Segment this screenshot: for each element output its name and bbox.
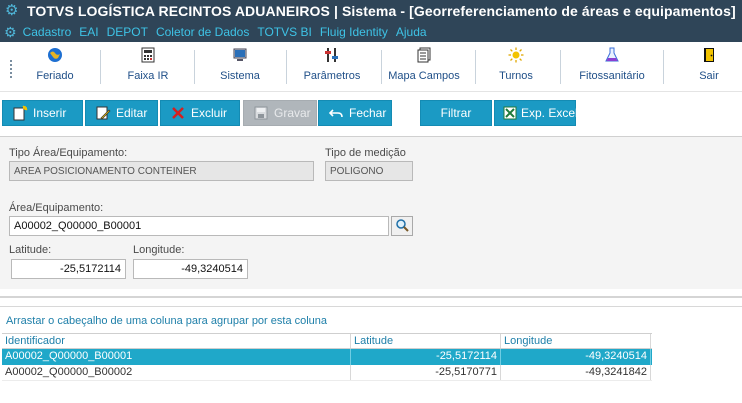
column-header-longitude[interactable]: Longitude [501, 334, 651, 348]
toolbar-turnos-label: Turnos [499, 70, 533, 82]
tipo-area-label: Tipo Área/Equipamento: [9, 147, 128, 159]
cell-identificador: A00002_Q00000_B00001 [2, 349, 351, 365]
exit-door-icon [700, 46, 718, 64]
save-disk-icon [252, 104, 270, 122]
search-button[interactable] [391, 216, 413, 236]
edit-label: Editar [116, 106, 148, 120]
toolbar-sistema-label: Sistema [220, 70, 260, 82]
title-bar: ⚙ TOTVS LOGÍSTICA RECINTOS ADUANEIROS | … [0, 0, 742, 21]
menu-item-eai[interactable]: EAI [79, 25, 98, 39]
toolbar-mapa-campos-button[interactable]: Mapa Campos [388, 46, 460, 88]
table-row[interactable]: A00002_Q00000_B00002 -25,5170771 -49,324… [2, 365, 652, 381]
tipo-area-field: AREA POSICIONAMENTO CONTEINER [9, 161, 314, 181]
toolbar-faixa-ir-label: Faixa IR [127, 70, 169, 82]
results-grid: Identificador Latitude Longitude A00002_… [2, 333, 652, 381]
cell-identificador: A00002_Q00000_B00002 [2, 365, 351, 380]
menu-item-ajuda[interactable]: Ajuda [396, 25, 427, 39]
filter-label: Filtrar [440, 106, 472, 120]
close-label: Fechar [349, 106, 387, 120]
cell-latitude: -25,5172114 [351, 349, 501, 365]
toolbar-separator [381, 50, 382, 84]
delete-label: Excluir [191, 106, 228, 120]
toolbar-feriado-label: Feriado [36, 70, 74, 82]
toolbar-separator [475, 50, 476, 84]
computer-icon [231, 46, 249, 64]
toolbar-sistema-button[interactable]: Sistema [214, 46, 266, 88]
latitude-label: Latitude: [9, 244, 52, 256]
toolbar-fitossanitario-label: Fitossanitário [579, 70, 645, 82]
flask-icon [603, 46, 621, 64]
delete-x-icon [169, 104, 187, 122]
toolbar-separator [663, 50, 664, 84]
toolbar-turnos-button[interactable]: Turnos [494, 46, 538, 88]
toolbar-separator [286, 50, 287, 84]
filter-button[interactable]: Filtrar [420, 100, 492, 126]
excel-icon [503, 104, 517, 122]
results-grid-panel: Arrastar o cabeçalho de uma coluna para … [0, 306, 742, 403]
menu-item-totvs-bi[interactable]: TOTVS BI [257, 25, 311, 39]
delete-button[interactable]: Excluir [160, 100, 240, 126]
export-excel-label: Exp. Excel [521, 106, 578, 120]
search-icon [395, 218, 409, 235]
group-by-hint[interactable]: Arrastar o cabeçalho de uma coluna para … [6, 315, 327, 327]
settings-gear-icon[interactable]: ⚙ [4, 24, 17, 40]
toolbar-sair-button[interactable]: Sair [694, 46, 724, 88]
window-title: TOTVS LOGÍSTICA RECINTOS ADUANEIROS | Si… [27, 2, 736, 19]
parameters-icon [323, 46, 341, 64]
toolbar-separator [560, 50, 561, 84]
close-button[interactable]: Fechar [318, 100, 392, 126]
cell-longitude: -49,3241842 [501, 365, 651, 380]
area-equipamento-label: Área/Equipamento: [9, 202, 104, 214]
insert-button[interactable]: Inserir [2, 100, 83, 126]
undo-arrow-icon [327, 104, 345, 122]
longitude-label: Longitude: [133, 244, 185, 256]
column-header-identificador[interactable]: Identificador [2, 334, 351, 348]
globe-icon [46, 46, 64, 64]
table-row[interactable]: A00002_Q00000_B00001 -25,5172114 -49,324… [2, 349, 652, 365]
cell-latitude: -25,5170771 [351, 365, 501, 380]
toolbar-separator [100, 50, 101, 84]
menu-item-coletor-de-dados[interactable]: Coletor de Dados [156, 25, 249, 39]
latitude-input[interactable]: -25,5172114 [11, 259, 126, 279]
tipo-medicao-field: POLIGONO [325, 161, 413, 181]
menu-item-depot[interactable]: DEPOT [107, 25, 148, 39]
toolbar-feriado-button[interactable]: Feriado [30, 46, 80, 88]
toolbar-mapa-campos-label: Mapa Campos [388, 70, 460, 82]
save-button[interactable]: Gravar [243, 100, 317, 126]
column-header-latitude[interactable]: Latitude [351, 334, 501, 348]
area-equipamento-input[interactable]: A00002_Q00000_B00001 [9, 216, 389, 236]
insert-icon [11, 104, 29, 122]
section-divider [0, 296, 742, 298]
form-panel: Tipo Área/Equipamento: AREA POSICIONAMEN… [0, 137, 742, 289]
tipo-medicao-label: Tipo de medição [325, 147, 406, 159]
longitude-input[interactable]: -49,3240514 [133, 259, 248, 279]
toolbar-fitossanitario-button[interactable]: Fitossanitário [578, 46, 646, 88]
export-excel-button[interactable]: Exp. Excel [494, 100, 578, 126]
documents-icon [415, 46, 433, 64]
toolbar-parametros-button[interactable]: Parâmetros [300, 46, 364, 88]
toolbar-grip[interactable] [10, 60, 12, 78]
edit-button[interactable]: Editar [85, 100, 158, 126]
insert-label: Inserir [33, 106, 67, 120]
toolbar-separator [194, 50, 195, 84]
menu-item-cadastro[interactable]: Cadastro [23, 25, 72, 39]
action-bar: Inserir Editar Excluir Gravar Fechar Fil… [0, 100, 742, 126]
toolbar-sair-label: Sair [699, 70, 719, 82]
toolbar-parametros-label: Parâmetros [303, 70, 361, 82]
menu-item-fluig-identity[interactable]: Fluig Identity [320, 25, 388, 39]
save-label: Gravar [274, 106, 311, 120]
menu-bar: ⚙ Cadastro EAI DEPOT Coletor de Dados TO… [0, 21, 742, 42]
cell-longitude: -49,3240514 [501, 349, 651, 365]
edit-icon [94, 104, 112, 122]
gear-icon: ⚙ [5, 1, 19, 19]
grid-header: Identificador Latitude Longitude [2, 333, 652, 349]
toolbar-faixa-ir-button[interactable]: Faixa IR [120, 46, 176, 88]
calculator-icon [139, 46, 157, 64]
icon-toolbar: Feriado Faixa IR Sistema Parâmetros Mapa… [0, 42, 742, 92]
sun-icon [507, 46, 525, 64]
